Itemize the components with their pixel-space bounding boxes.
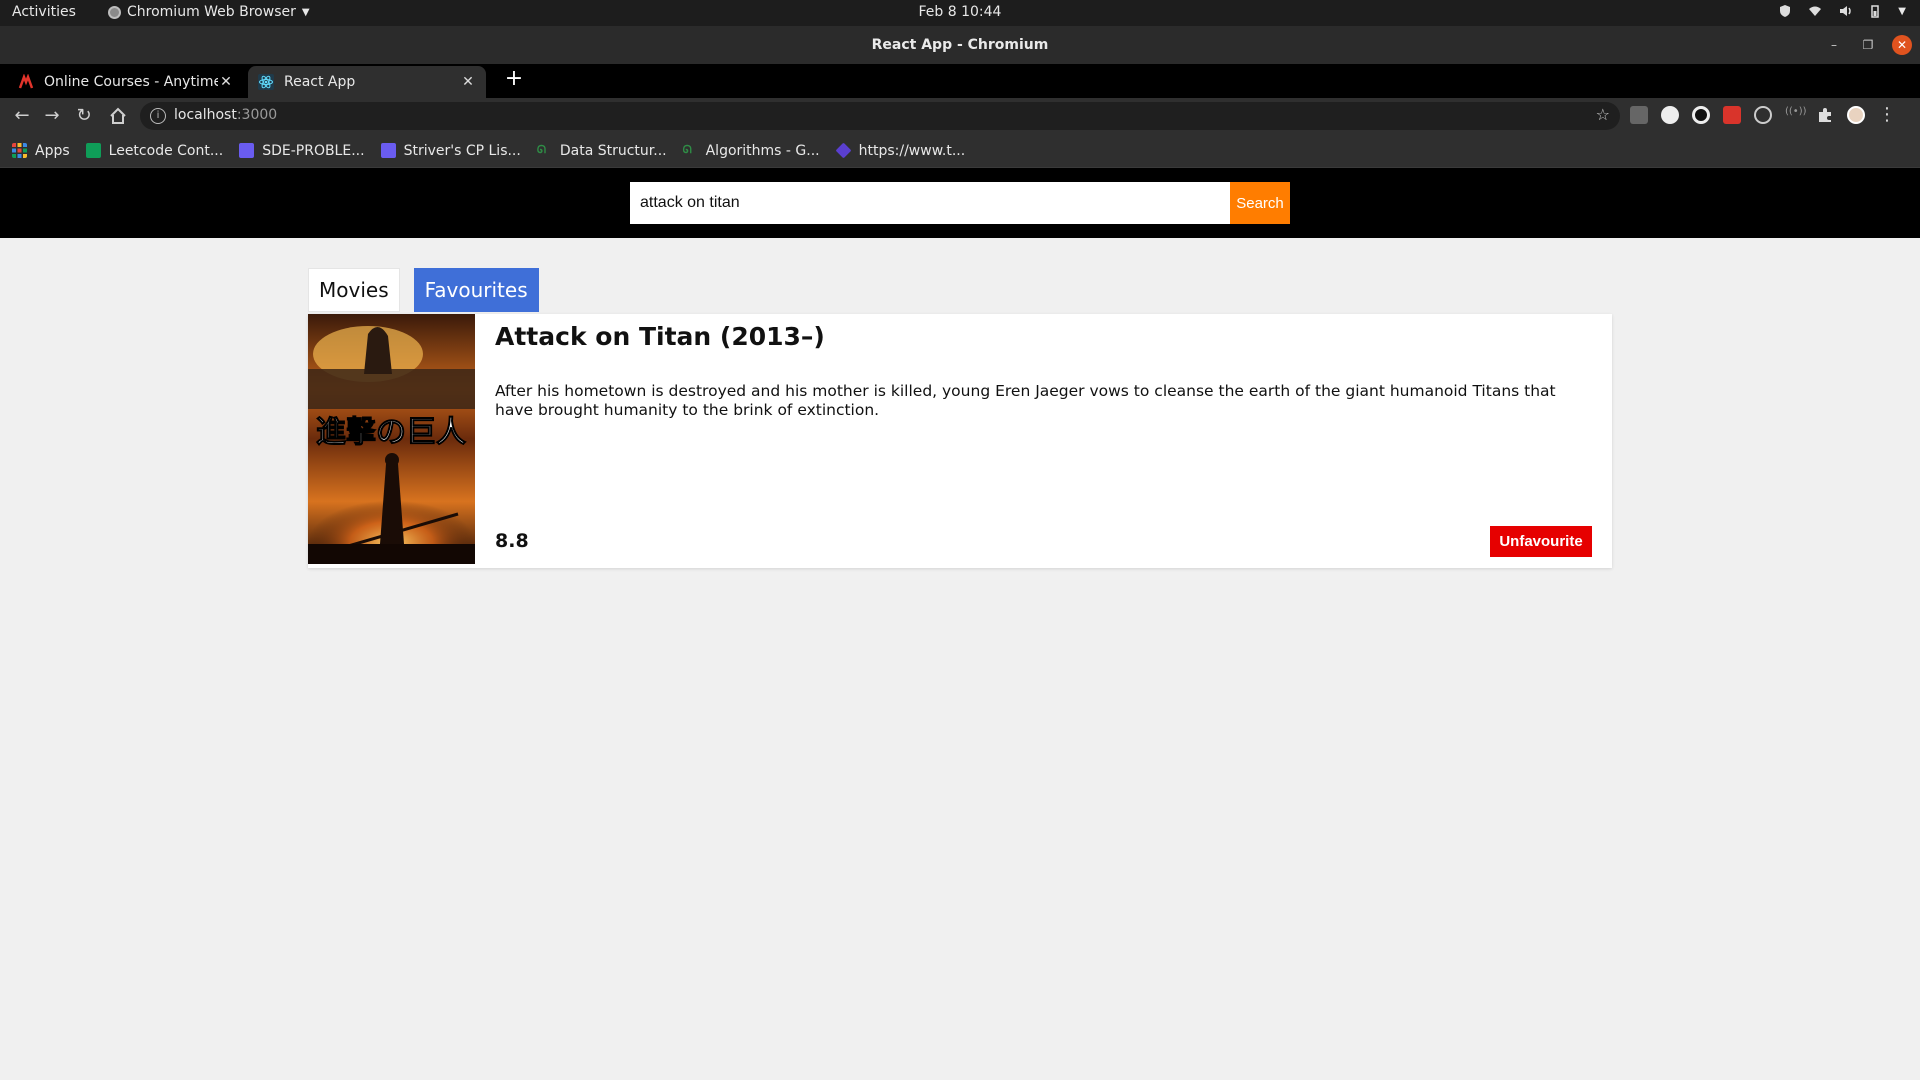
bookmark-label: Apps — [35, 142, 70, 159]
close-tab-icon[interactable]: ✕ — [460, 74, 476, 90]
tab-movies[interactable]: Movies — [308, 268, 400, 312]
udemy-favicon-icon — [18, 74, 34, 89]
forward-arrow-icon[interactable]: → — [40, 104, 64, 128]
url-host: localhost — [174, 107, 237, 123]
bookmarks-bar: Apps Leetcode Cont... SDE-PROBLE... Stri… — [0, 134, 1920, 168]
bookmark-url[interactable]: https://www.t... — [835, 142, 966, 159]
chromium-icon — [108, 5, 121, 19]
view-tabs: Movies Favourites — [308, 268, 539, 312]
gfg-icon: ᘏ — [682, 143, 692, 156]
shield-icon[interactable] — [1778, 4, 1792, 18]
diamond-icon — [835, 142, 852, 159]
cast-icon[interactable]: ((•)) — [1785, 106, 1807, 124]
unfavourite-button[interactable]: Unfavourite — [1490, 526, 1592, 557]
tab-label: Online Courses - Anytime, Anywhere — [44, 74, 218, 90]
search-button[interactable]: Search — [1230, 182, 1290, 224]
address-bar[interactable]: i localhost:3000 ☆ — [140, 102, 1620, 130]
new-tab-button[interactable]: + — [500, 66, 528, 94]
bookmark-leetcode[interactable]: Leetcode Cont... — [85, 142, 224, 159]
puzzle-extensions-icon[interactable] — [1816, 106, 1834, 124]
bookmark-algorithms[interactable]: ᘏ Algorithms - G... — [683, 143, 820, 159]
activities-button[interactable]: Activities — [12, 4, 76, 20]
extension-icon[interactable] — [1692, 106, 1710, 124]
tab-label: React App — [284, 74, 356, 90]
movie-plot: After his hometown is destroyed and his … — [495, 382, 1556, 419]
bookmark-label: SDE-PROBLE... — [262, 142, 365, 159]
movie-details: Attack on Titan (2013–) After his hometo… — [495, 314, 1592, 568]
bookmark-strivers-cp[interactable]: Striver's CP Lis... — [380, 142, 521, 159]
more-menu-icon[interactable]: ⋮ — [1878, 106, 1896, 124]
extension-icon[interactable] — [1754, 106, 1772, 124]
app-menu-label: Chromium Web Browser — [127, 4, 296, 20]
avatar[interactable] — [1847, 106, 1865, 124]
reload-icon[interactable]: ↻ — [72, 104, 96, 128]
movie-card: 進撃の巨人 Attack on Titan (2013–) After his … — [308, 314, 1612, 568]
back-arrow-icon[interactable]: ← — [10, 104, 34, 128]
docs-icon — [380, 143, 396, 158]
movie-rating: 8.8 — [495, 530, 529, 552]
os-top-bar: Activities Chromium Web Browser ▼ Feb 8 … — [0, 0, 1920, 26]
tab-strip: Online Courses - Anytime, Anywhere ✕ Rea… — [0, 64, 1920, 98]
url-port: :3000 — [236, 107, 278, 123]
bookmark-sde-problems[interactable]: SDE-PROBLE... — [239, 142, 365, 159]
bookmark-star-icon[interactable]: ☆ — [1596, 105, 1610, 124]
bookmark-label: https://www.t... — [858, 142, 966, 159]
bookmark-data-structures[interactable]: ᘏ Data Structur... — [537, 143, 667, 159]
poster-image: 進撃の巨人 — [308, 314, 475, 564]
page-viewport: Search Movies Favourites — [0, 168, 1920, 1080]
sheets-icon — [85, 143, 101, 158]
window-title-bar[interactable]: React App - Chromium – ❐ ✕ — [0, 26, 1920, 64]
window-title: React App - Chromium — [871, 37, 1049, 53]
restore-button[interactable]: ❐ — [1858, 35, 1878, 55]
app-header: Search — [0, 168, 1920, 238]
tab-react-app[interactable]: React App ✕ — [248, 66, 486, 98]
home-icon[interactable] — [106, 104, 130, 128]
react-favicon-icon — [258, 74, 274, 90]
app-menu[interactable]: Chromium Web Browser ▼ — [108, 4, 310, 20]
url-text[interactable]: localhost:3000 — [174, 107, 277, 123]
tab-favourites[interactable]: Favourites — [413, 268, 539, 312]
poster-title-text: 進撃の巨人 — [316, 415, 466, 450]
close-window-button[interactable]: ✕ — [1892, 35, 1912, 55]
extension-icon[interactable] — [1661, 106, 1679, 124]
movie-title: Attack on Titan (2013–) — [495, 322, 825, 351]
bookmark-label: Striver's CP Lis... — [403, 142, 521, 159]
browser-toolbar: ← → ↻ i localhost:3000 ☆ ((•)) ⋮ — [0, 98, 1920, 134]
extension-icon[interactable] — [1630, 106, 1648, 124]
search-input[interactable] — [630, 182, 1230, 224]
close-tab-icon[interactable]: ✕ — [218, 74, 234, 90]
bookmark-apps[interactable]: Apps — [12, 143, 70, 159]
battery-icon[interactable] — [1868, 4, 1882, 18]
chevron-down-icon[interactable]: ▼ — [1898, 6, 1906, 17]
tab-online-courses[interactable]: Online Courses - Anytime, Anywhere ✕ — [8, 66, 244, 98]
bookmark-label: Data Structur... — [559, 142, 667, 159]
wifi-icon[interactable] — [1808, 4, 1822, 18]
system-tray[interactable]: ▼ — [1778, 4, 1906, 18]
volume-icon[interactable] — [1838, 4, 1852, 18]
bookmark-label: Leetcode Cont... — [108, 142, 224, 159]
bookmark-label: Algorithms - G... — [705, 142, 820, 159]
movie-poster: 進撃の巨人 — [308, 314, 475, 564]
apps-grid-icon — [12, 143, 27, 158]
docs-icon — [239, 143, 255, 158]
chevron-down-icon: ▼ — [301, 6, 310, 18]
extensions-row: ((•)) ⋮ — [1630, 106, 1896, 124]
info-icon[interactable]: i — [150, 108, 166, 124]
gfg-icon: ᘏ — [536, 143, 546, 156]
extension-icon[interactable] — [1723, 106, 1741, 124]
minimize-button[interactable]: – — [1824, 35, 1844, 55]
